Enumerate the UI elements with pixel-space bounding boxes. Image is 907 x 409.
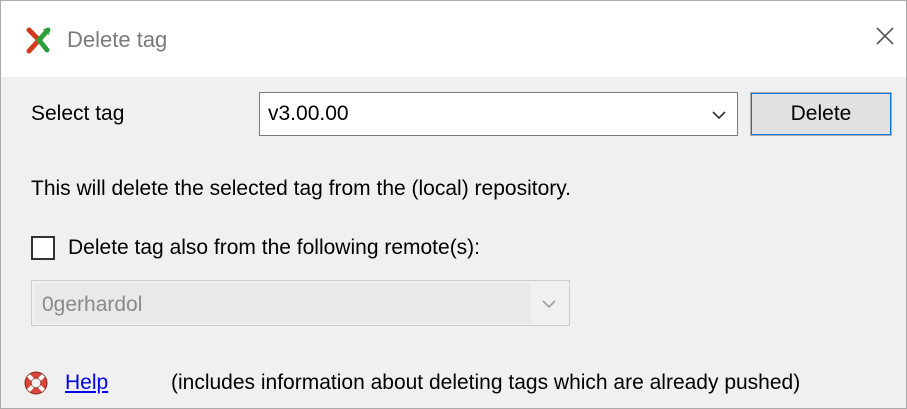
info-text: This will delete the selected tag from t… <box>31 177 572 200</box>
lifebuoy-icon <box>23 370 49 396</box>
chevron-down-icon[interactable] <box>709 105 729 125</box>
remote-select: 0gerhardol <box>31 280 570 326</box>
help-link[interactable]: Help <box>65 369 108 397</box>
remote-select-value: 0gerhardol <box>42 293 143 316</box>
select-tag-label: Select tag <box>31 102 125 125</box>
delete-remote-checkbox-label[interactable]: Delete tag also from the following remot… <box>68 234 480 262</box>
tag-select-value: v3.00.00 <box>268 102 349 125</box>
delete-remote-checkbox[interactable] <box>31 236 55 260</box>
delete-tag-dialog: Delete tag Select tag v3.00.00 Delete Th… <box>0 0 907 409</box>
help-note: (includes information about deleting tag… <box>171 371 801 394</box>
chevron-down-icon <box>539 294 559 314</box>
tag-select[interactable]: v3.00.00 <box>259 92 738 136</box>
window-title: Delete tag <box>67 27 168 52</box>
remote-select-field: 0gerhardol <box>34 283 531 323</box>
delete-button[interactable]: Delete <box>750 92 892 136</box>
close-icon <box>875 26 895 51</box>
title-bar: Delete tag <box>1 1 906 77</box>
git-extensions-icon <box>26 26 52 54</box>
close-button[interactable] <box>863 15 907 61</box>
